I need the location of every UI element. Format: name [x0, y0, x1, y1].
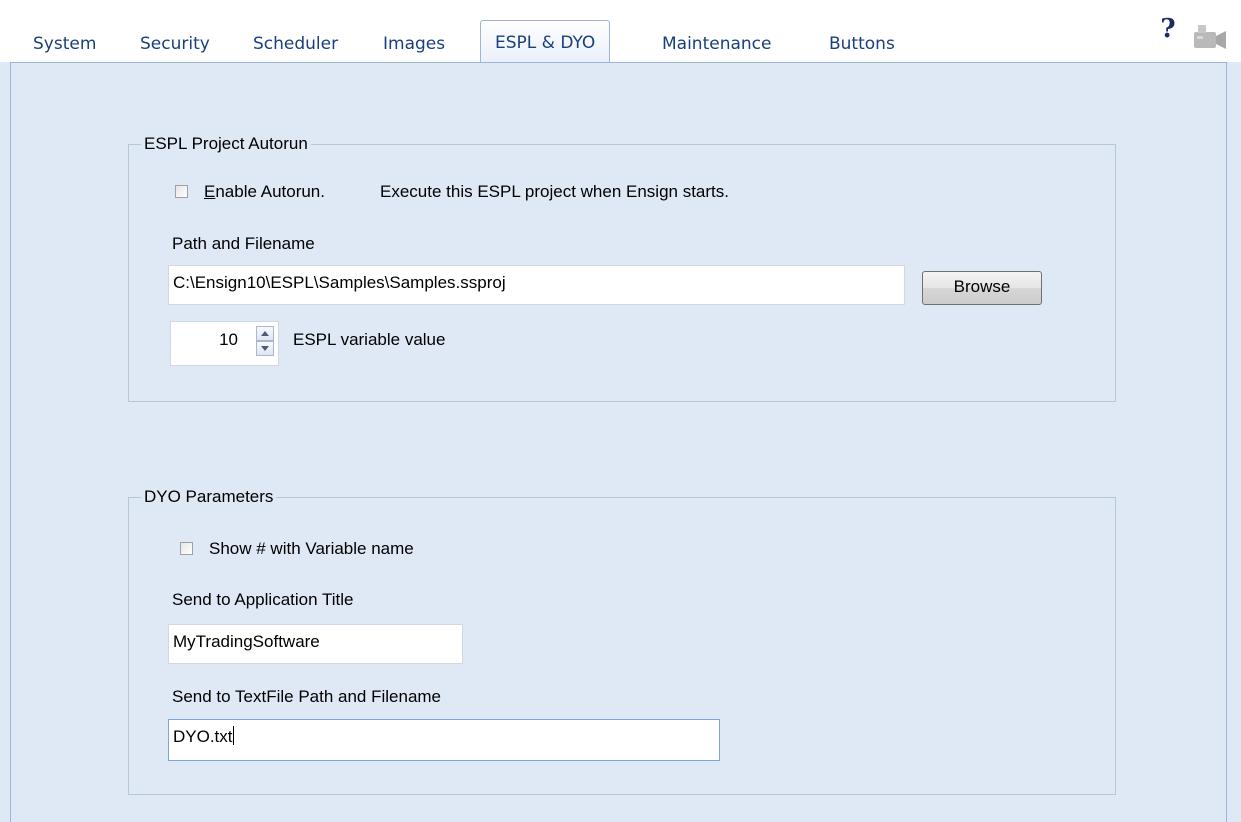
- spin-down-icon[interactable]: [256, 341, 274, 356]
- browse-button[interactable]: Browse: [922, 271, 1042, 305]
- path-filename-label: Path and Filename: [172, 234, 315, 253]
- espl-group-legend: ESPL Project Autorun: [141, 133, 311, 155]
- tab-bar: System Security Scheduler Images ESPL & …: [0, 0, 1241, 63]
- enable-autorun-checkbox[interactable]: [175, 185, 188, 198]
- espl-variable-label: ESPL variable value: [293, 330, 446, 349]
- camera-icon[interactable]: [1192, 22, 1228, 50]
- enable-autorun-label[interactable]: Enable Autorun.: [204, 181, 325, 203]
- show-variable-checkbox[interactable]: [180, 542, 193, 555]
- textfile-label: Send to TextFile Path and Filename: [172, 687, 442, 706]
- tab-images[interactable]: Images: [383, 34, 445, 62]
- help-icon[interactable]: ?: [1157, 14, 1179, 44]
- tab-buttons[interactable]: Buttons: [829, 34, 895, 62]
- espl-path-input[interactable]: C:\Ensign10\ESPL\Samples\Samples.ssproj: [168, 265, 905, 305]
- espl-variable-spinner[interactable]: 10: [170, 321, 279, 366]
- spinner-buttons[interactable]: [256, 326, 274, 356]
- app-title-label: Send to Application Title: [172, 590, 354, 609]
- spin-up-icon[interactable]: [256, 326, 274, 341]
- text-caret: [232, 726, 234, 745]
- tab-espl-dyo[interactable]: ESPL & DYO: [480, 20, 611, 63]
- tab-security[interactable]: Security: [140, 34, 210, 62]
- tab-system[interactable]: System: [33, 34, 96, 62]
- app-title-input[interactable]: MyTradingSoftware: [168, 624, 463, 664]
- textfile-value: DYO.txt: [173, 727, 233, 746]
- tab-scheduler[interactable]: Scheduler: [253, 34, 338, 62]
- espl-variable-value[interactable]: 10: [219, 329, 238, 351]
- dyo-group-legend: DYO Parameters: [141, 486, 277, 508]
- tab-maintenance[interactable]: Maintenance: [662, 34, 771, 62]
- textfile-input[interactable]: DYO.txt: [168, 719, 720, 761]
- show-variable-label[interactable]: Show # with Variable name: [209, 538, 414, 560]
- enable-autorun-description: Execute this ESPL project when Ensign st…: [380, 182, 729, 201]
